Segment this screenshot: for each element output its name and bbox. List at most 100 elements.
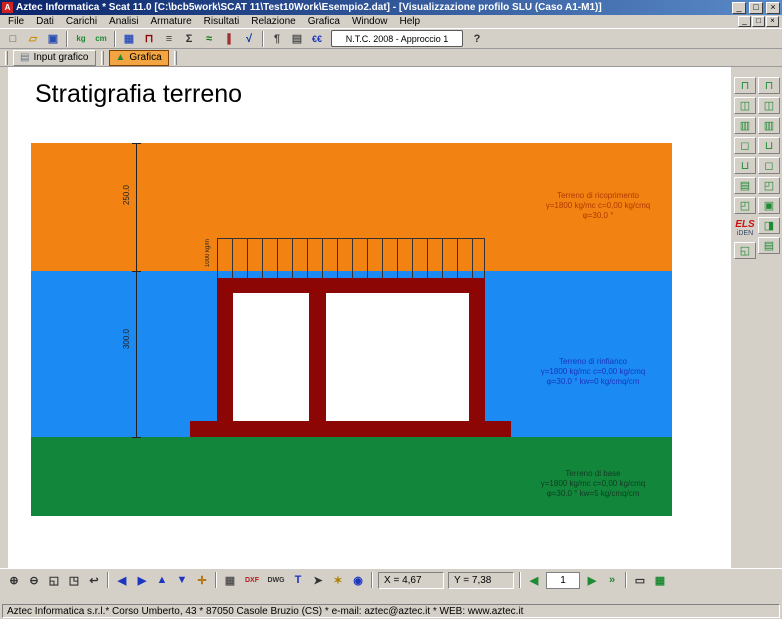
toolbar-grip[interactable] xyxy=(101,51,104,65)
options-icon[interactable]: ✶ xyxy=(328,571,348,589)
view-culvert-icon[interactable]: ⊓ xyxy=(734,77,756,94)
dwg-export-icon[interactable]: DWG xyxy=(264,571,288,589)
menu-item[interactable]: Carichi xyxy=(60,15,103,28)
view-section-icon[interactable]: ◫ xyxy=(734,97,756,114)
maximize-button[interactable]: □ xyxy=(749,2,763,14)
menu-item[interactable]: Analisi xyxy=(103,15,144,28)
zoom-out-icon[interactable]: ⊖ xyxy=(24,571,44,589)
pan-hand-icon[interactable]: ✛ xyxy=(192,571,212,589)
els-text: ELS xyxy=(734,219,756,230)
tab-grafica[interactable]: ▲ Grafica xyxy=(109,50,169,66)
tab-grafica-label: Grafica xyxy=(129,52,161,63)
tool-box-icon[interactable]: ⊓ xyxy=(758,77,780,94)
save-file-icon[interactable]: ▣ xyxy=(43,30,63,48)
view-channel-icon[interactable]: ⊔ xyxy=(734,157,756,174)
units-kg-icon[interactable]: kg xyxy=(71,30,91,48)
prev-page-button[interactable]: ◀ xyxy=(524,571,544,589)
menu-item[interactable]: Risultati xyxy=(198,15,246,28)
soil-label-line: Terreno di ricoprimento xyxy=(523,191,673,201)
toolbar-grip[interactable] xyxy=(5,51,8,65)
dimension-tick xyxy=(132,271,141,272)
tool-hatch-icon[interactable]: ▥ xyxy=(758,117,780,134)
close-button[interactable]: × xyxy=(766,2,780,14)
text-tool-icon[interactable]: T xyxy=(288,571,308,589)
next-page-button[interactable]: ▶ xyxy=(582,571,602,589)
drawing-canvas[interactable]: Stratigrafia terreno 250.0 300.0 1000 kg… xyxy=(8,67,731,568)
help-icon[interactable]: ? xyxy=(467,30,487,48)
menu-item[interactable]: Window xyxy=(346,15,394,28)
soil-label-line: γ=1800 kg/mc c=0,00 kg/cmq xyxy=(523,201,673,211)
analysis-icon[interactable]: Σ xyxy=(179,30,199,48)
pan-left-icon[interactable]: ◀ xyxy=(112,571,132,589)
soil-label-line: φ=30.0 ° kw=5 kg/cmq/cm xyxy=(518,489,668,499)
geometry-icon[interactable]: ▦ xyxy=(119,30,139,48)
normativa-combo[interactable]: N.T.C. 2008 - Approccio 1 xyxy=(331,30,463,47)
pan-down-icon[interactable]: ▼ xyxy=(172,571,192,589)
view-frame-icon[interactable]: ▥ xyxy=(734,117,756,134)
right-tool-strip: ⊓◫▥◻⊔▤◰ ELS iDEN ◱ ⊓◫▥⊔◻◰▣◨▤ xyxy=(731,67,782,568)
view-wall-icon[interactable]: ◻ xyxy=(734,137,756,154)
menu-item[interactable]: File xyxy=(2,15,30,28)
dxf-export-icon[interactable]: DXF xyxy=(240,571,264,589)
euro-icon[interactable]: €€ xyxy=(307,30,327,48)
menu-item[interactable]: Armature xyxy=(145,15,198,28)
tool-filled-icon[interactable]: ▣ xyxy=(758,197,780,214)
zoom-extents-icon[interactable]: ◳ xyxy=(64,571,84,589)
view-mesh-icon[interactable]: ◰ xyxy=(734,197,756,214)
loads-icon[interactable]: ≡ xyxy=(159,30,179,48)
print-icon[interactable]: ▤ xyxy=(287,30,307,48)
soil-label-line: γ=1800 kg/mc c=0,00 kg/cmq xyxy=(518,479,668,489)
last-page-button[interactable]: » xyxy=(602,571,622,589)
tool-cell-icon[interactable]: ◻ xyxy=(758,157,780,174)
zoom-window-icon[interactable]: ◱ xyxy=(44,571,64,589)
section-icon[interactable]: ⊓ xyxy=(139,30,159,48)
toolbar-separator xyxy=(66,31,68,47)
results-icon[interactable]: √ xyxy=(239,30,259,48)
tool-half-icon[interactable]: ◨ xyxy=(758,217,780,234)
menu-item[interactable]: Grafica xyxy=(302,15,346,28)
tool-lines-icon[interactable]: ▤ xyxy=(758,237,780,254)
tool-corner-icon[interactable]: ◰ xyxy=(758,177,780,194)
soil-label-base: Terreno di base γ=1800 kg/mc c=0,00 kg/c… xyxy=(518,469,668,499)
pan-up-icon[interactable]: ▲ xyxy=(152,571,172,589)
open-file-icon[interactable]: ▱ xyxy=(23,30,43,48)
view-extra-icon[interactable]: ◱ xyxy=(734,242,756,259)
toolbar-separator xyxy=(107,572,109,588)
mdi-close-button[interactable]: × xyxy=(766,16,779,27)
dimension-tick xyxy=(132,143,141,144)
tool-split-icon[interactable]: ◫ xyxy=(758,97,780,114)
view-tool-buttons: ⊓ ◫ ▥ ◻ ⊔ ▤ ◰ xyxy=(734,77,756,214)
soil-label-line: φ=30.0 ° kw=0 kg/cmq/cm xyxy=(518,377,668,387)
soil-label-line: Terreno di rinfianco xyxy=(518,357,668,367)
units-cm-icon[interactable]: cm xyxy=(91,30,111,48)
zoom-previous-icon[interactable]: ↩ xyxy=(84,571,104,589)
minimize-button[interactable]: _ xyxy=(732,2,746,14)
menu-item[interactable]: Dati xyxy=(30,15,60,28)
zoom-in-icon[interactable]: ⊕ xyxy=(4,571,24,589)
world-icon[interactable]: ◉ xyxy=(348,571,368,589)
mdi-restore-button[interactable]: □ xyxy=(752,16,765,27)
table-icon[interactable]: ▦ xyxy=(650,571,670,589)
new-file-icon[interactable]: □ xyxy=(3,30,23,48)
soil-label-line: φ=30.0 ° xyxy=(523,211,673,221)
view-toolbar: ▤ Input grafico ▲ Grafica xyxy=(0,49,782,67)
rebar-icon[interactable]: ∥ xyxy=(219,30,239,48)
bottom-toolbar: ⊕⊖◱◳↩ ◀▶▲▼✛ ▦DXFDWGT➤✶◉ X = 4,67 Y = 7,3… xyxy=(0,568,782,591)
mdi-minimize-button[interactable]: _ xyxy=(738,16,751,27)
tool-channel-icon[interactable]: ⊔ xyxy=(758,137,780,154)
toolbar-grip[interactable] xyxy=(174,51,177,65)
monitor-icon[interactable]: ▭ xyxy=(630,571,650,589)
pan-right-icon[interactable]: ▶ xyxy=(132,571,152,589)
view-soil-icon[interactable]: ▤ xyxy=(734,177,756,194)
menu-item[interactable]: Relazione xyxy=(245,15,301,28)
diagram-icon[interactable]: ≈ xyxy=(199,30,219,48)
grafica-icon: ▲ xyxy=(116,53,126,63)
toolbar-separator xyxy=(519,572,521,588)
menu-item[interactable]: Help xyxy=(394,15,427,28)
select-tool-icon[interactable]: ➤ xyxy=(308,571,328,589)
report-icon[interactable]: ¶ xyxy=(267,30,287,48)
load-value-label: 1000 kg/m xyxy=(205,239,211,267)
tab-input-grafico[interactable]: ▤ Input grafico xyxy=(13,50,96,66)
grid-icon[interactable]: ▦ xyxy=(220,571,240,589)
page-number-input[interactable]: 1 xyxy=(546,572,580,589)
